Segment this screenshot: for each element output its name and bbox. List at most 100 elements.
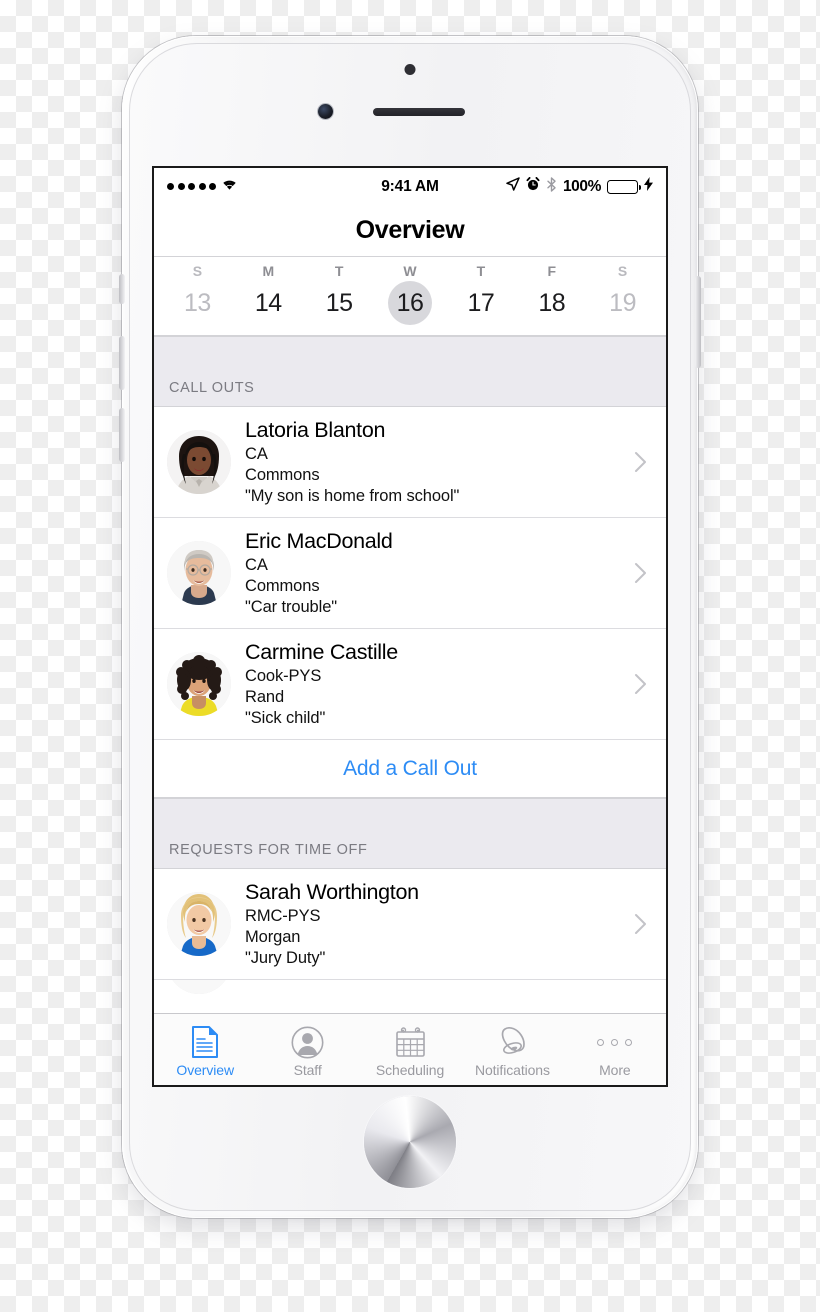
status-bar-left bbox=[167, 178, 381, 196]
tab-bar[interactable]: Overview Staff Scheduling Notifications … bbox=[154, 1013, 666, 1085]
overview-list[interactable]: CALL OUTS Latoria Blanton CA Commons "My… bbox=[154, 336, 666, 1013]
bell-icon bbox=[495, 1025, 529, 1059]
day-number[interactable]: 14 bbox=[246, 281, 290, 325]
tab-overview[interactable]: Overview bbox=[154, 1014, 256, 1085]
cellular-signal-icon bbox=[167, 183, 216, 190]
avatar bbox=[167, 652, 231, 716]
alarm-clock-icon bbox=[526, 177, 540, 196]
day-number[interactable]: 13 bbox=[175, 281, 219, 325]
row-content: Eric MacDonald CA Commons "Car trouble" bbox=[245, 528, 628, 619]
battery-percent-label: 100% bbox=[562, 177, 601, 195]
page-title: Overview bbox=[355, 216, 465, 244]
row-content: Latoria Blanton CA Commons "My son is ho… bbox=[245, 417, 628, 508]
day-number[interactable]: 17 bbox=[459, 281, 503, 325]
section-title: CALL OUTS bbox=[169, 380, 255, 396]
navigation-bar: Overview bbox=[154, 205, 666, 257]
call-out-row[interactable]: Eric MacDonald CA Commons "Car trouble" bbox=[154, 518, 666, 629]
time-off-row[interactable]: Sarah Worthington RMC-PYS Morgan "Jury D… bbox=[154, 869, 666, 980]
day-letter: W bbox=[403, 263, 417, 279]
tab-label: Overview bbox=[176, 1062, 234, 1078]
person-reason: "Car trouble" bbox=[245, 598, 338, 617]
person-reason: "Sick child" bbox=[245, 709, 326, 728]
person-location: Rand bbox=[245, 688, 285, 707]
day-letter: M bbox=[262, 263, 275, 279]
person-role: Cook-PYS bbox=[245, 666, 322, 685]
ellipsis-icon bbox=[597, 1025, 633, 1059]
iphone-device-frame: 9:41 AM 100% Overview S 13 M 14 T 15 W 1… bbox=[119, 36, 701, 1218]
avatar bbox=[167, 892, 231, 956]
add-call-out-label: Add a Call Out bbox=[343, 756, 477, 780]
day-letter: S bbox=[192, 263, 203, 279]
day-number[interactable]: 18 bbox=[530, 281, 574, 325]
tab-label: Staff bbox=[293, 1062, 322, 1078]
tab-scheduling[interactable]: Scheduling bbox=[359, 1014, 461, 1085]
status-bar-time: 9:41 AM bbox=[381, 177, 439, 195]
person-role: RMC-PYS bbox=[245, 906, 321, 925]
week-date-strip[interactable]: S 13 M 14 T 15 W 16 T 17 F 18 S 19 bbox=[154, 257, 666, 336]
tab-more[interactable]: More bbox=[564, 1014, 666, 1085]
person-location: Morgan bbox=[245, 928, 301, 947]
person-icon bbox=[291, 1025, 324, 1059]
person-reason: "My son is home from school" bbox=[245, 487, 460, 506]
avatar bbox=[167, 541, 231, 605]
day-column-1[interactable]: M 14 bbox=[233, 263, 304, 325]
tab-staff[interactable]: Staff bbox=[256, 1014, 358, 1085]
person-location: Commons bbox=[245, 577, 320, 596]
person-location: Commons bbox=[245, 466, 320, 485]
day-column-3[interactable]: W 16 bbox=[375, 263, 446, 325]
person-name: Eric MacDonald bbox=[245, 528, 393, 553]
earpiece-speaker bbox=[373, 108, 465, 116]
call-out-row[interactable]: Latoria Blanton CA Commons "My son is ho… bbox=[154, 407, 666, 518]
person-role: CA bbox=[245, 555, 268, 574]
day-letter: F bbox=[547, 263, 556, 279]
day-column-6[interactable]: S 19 bbox=[587, 263, 658, 325]
chevron-right-icon[interactable] bbox=[634, 562, 654, 584]
call-out-row[interactable]: Carmine Castille Cook-PYS Rand "Sick chi… bbox=[154, 629, 666, 740]
volume-up-button[interactable] bbox=[119, 336, 125, 390]
phone-screen: 9:41 AM 100% Overview S 13 M 14 T 15 W 1… bbox=[154, 168, 666, 1085]
row-content: Carmine Castille Cook-PYS Rand "Sick chi… bbox=[245, 639, 628, 730]
person-role: CA bbox=[245, 444, 268, 463]
day-letter: S bbox=[617, 263, 628, 279]
day-number[interactable]: 15 bbox=[317, 281, 361, 325]
time-off-row-partial[interactable] bbox=[154, 980, 666, 994]
location-arrow-icon bbox=[506, 177, 520, 196]
avatar bbox=[167, 430, 231, 494]
status-bar-right: 100% bbox=[439, 176, 653, 197]
day-column-2[interactable]: T 15 bbox=[304, 263, 375, 325]
calendar-icon bbox=[394, 1025, 427, 1059]
power-button[interactable] bbox=[695, 276, 701, 368]
silent-switch[interactable] bbox=[119, 274, 125, 304]
add-call-out-button[interactable]: Add a Call Out bbox=[154, 740, 666, 798]
status-bar: 9:41 AM 100% bbox=[154, 168, 666, 205]
day-number[interactable]: 19 bbox=[601, 281, 645, 325]
day-letter: T bbox=[334, 263, 344, 279]
section-header-call-outs: CALL OUTS bbox=[154, 336, 666, 407]
person-reason: "Jury Duty" bbox=[245, 949, 326, 968]
day-column-5[interactable]: F 18 bbox=[516, 263, 587, 325]
person-name: Carmine Castille bbox=[245, 639, 398, 664]
document-icon bbox=[190, 1025, 220, 1059]
section-header-time-off: REQUESTS FOR TIME OFF bbox=[154, 798, 666, 869]
day-number-selected[interactable]: 16 bbox=[388, 281, 432, 325]
front-camera-icon bbox=[318, 104, 333, 119]
tab-label: Notifications bbox=[474, 1062, 550, 1078]
tab-label: More bbox=[599, 1062, 631, 1078]
day-column-4[interactable]: T 17 bbox=[445, 263, 516, 325]
chevron-right-icon[interactable] bbox=[634, 451, 654, 473]
battery-icon bbox=[607, 179, 641, 194]
charging-bolt-icon bbox=[644, 177, 653, 196]
chevron-right-icon[interactable] bbox=[634, 913, 654, 935]
home-button[interactable] bbox=[364, 1096, 456, 1188]
avatar bbox=[167, 980, 231, 994]
bluetooth-icon bbox=[546, 176, 557, 197]
volume-down-button[interactable] bbox=[119, 408, 125, 462]
person-name: Latoria Blanton bbox=[245, 417, 386, 442]
chevron-right-icon[interactable] bbox=[634, 673, 654, 695]
day-column-0[interactable]: S 13 bbox=[162, 263, 233, 325]
wifi-icon bbox=[221, 178, 238, 196]
tab-notifications[interactable]: Notifications bbox=[461, 1014, 563, 1085]
tab-label: Scheduling bbox=[375, 1062, 445, 1078]
person-name: Sarah Worthington bbox=[245, 879, 419, 904]
day-letter: T bbox=[476, 263, 486, 279]
